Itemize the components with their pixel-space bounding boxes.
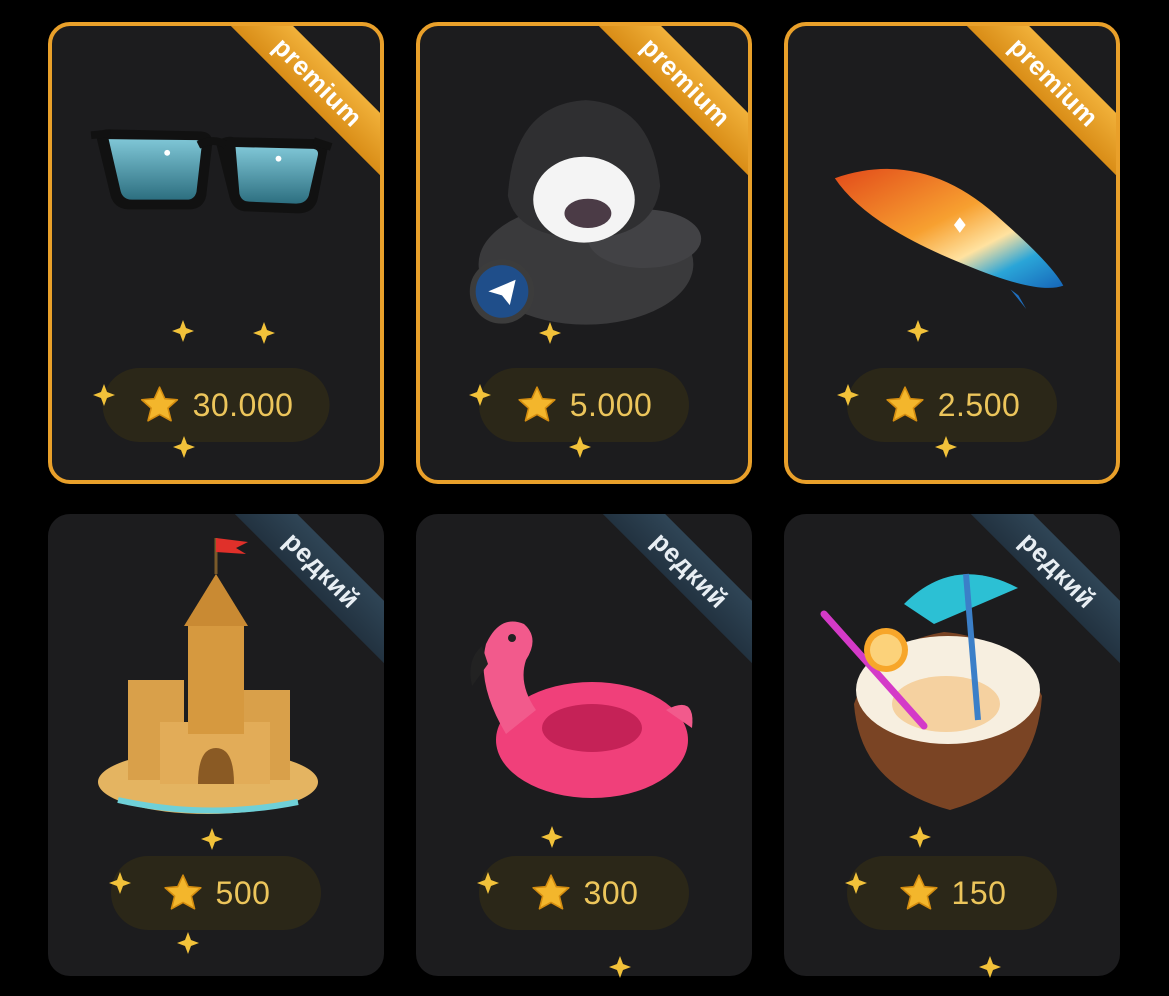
price-button[interactable]: 150 — [847, 856, 1057, 930]
price-value: 500 — [215, 874, 271, 911]
price-button[interactable]: 30.000 — [102, 368, 330, 442]
gift-card-teddy-bear[interactable]: premium 5.000 — [416, 22, 752, 484]
gift-card-surfboard[interactable]: premium 2.500 — [784, 22, 1120, 484]
price-value: 2.500 — [937, 386, 1021, 423]
price-value: 150 — [951, 874, 1007, 911]
star-icon — [518, 386, 556, 422]
price-button[interactable]: 5.000 — [479, 368, 689, 442]
gift-card-coconut[interactable]: редкий 150 — [784, 514, 1120, 976]
star-icon — [899, 874, 938, 910]
price-value: 5.000 — [569, 386, 653, 423]
star-icon — [886, 386, 924, 422]
gift-card-flamingo[interactable]: редкий 300 — [416, 514, 752, 976]
price-button[interactable]: 2.500 — [847, 368, 1057, 442]
gift-grid: premium 30.000 premium 5.000 premium 2.5… — [0, 0, 1169, 996]
price-value: 300 — [583, 874, 639, 911]
gift-card-sandcastle[interactable]: редкий 500 — [48, 514, 384, 976]
price-value: 30.000 — [192, 386, 294, 423]
star-icon — [140, 386, 179, 422]
star-icon — [531, 874, 570, 910]
price-button[interactable]: 500 — [111, 856, 321, 930]
price-button[interactable]: 300 — [479, 856, 689, 930]
star-icon — [163, 874, 202, 910]
gift-card-sunglasses[interactable]: premium 30.000 — [48, 22, 384, 484]
